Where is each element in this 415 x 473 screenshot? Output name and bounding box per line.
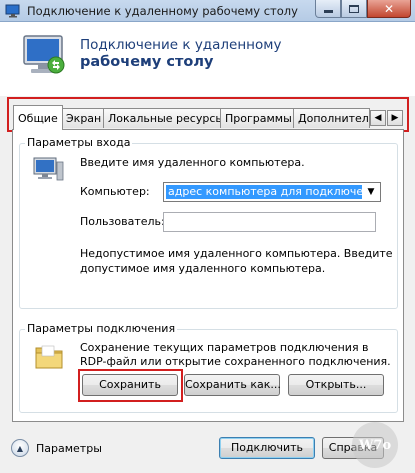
computer-combobox[interactable]: адрес компьютера для подключения> ▼ — [163, 182, 381, 202]
window-title: Подключение к удаленному рабочему столу — [27, 4, 298, 18]
user-label: Пользователь: — [80, 215, 165, 228]
header-title-line2: рабочему столу — [80, 54, 214, 70]
remote-desktop-app-icon — [5, 4, 21, 18]
tabs-highlight-outline — [7, 97, 409, 132]
open-button[interactable]: Открыть... — [288, 374, 384, 396]
computer-combobox-value[interactable]: адрес компьютера для подключения> — [166, 185, 362, 199]
monitor-connection-icon — [20, 32, 68, 80]
maximize-button[interactable] — [341, 0, 367, 18]
user-name-input[interactable] — [163, 212, 376, 232]
title-bar[interactable]: Подключение к удаленному рабочему столу … — [0, 0, 415, 22]
options-label[interactable]: Параметры — [36, 442, 102, 455]
maximize-icon — [349, 4, 359, 13]
connect-button[interactable]: Подключить — [219, 437, 315, 459]
chevron-up-icon: ▲ — [16, 443, 24, 453]
connection-description-line2: RDP-файл или открытие сохраненного подкл… — [80, 355, 391, 368]
invalid-name-message-line2: допустимое имя удаленного компьютера. — [80, 262, 326, 275]
connection-group-title: Параметры подключения — [25, 322, 178, 335]
tab-general[interactable]: Общие — [13, 105, 63, 130]
minimize-icon — [323, 10, 333, 13]
close-button[interactable]: ✕ — [367, 0, 411, 18]
computer-name-prompt: Введите имя удаленного компьютера. — [80, 156, 305, 169]
connection-description-line1: Сохранение текущих параметров подключени… — [80, 341, 369, 354]
save-button-highlight-outline — [78, 369, 183, 402]
invalid-name-message-line1: Недопустимое имя удаленного компьютера. … — [80, 247, 393, 260]
show-options-button[interactable]: ▲ — [11, 439, 29, 457]
watermark-logo: W7o — [352, 422, 398, 468]
close-icon: ✕ — [383, 1, 395, 16]
computer-icon — [32, 156, 66, 186]
save-as-button[interactable]: Сохранить как... — [184, 374, 281, 396]
window-controls: ✕ — [315, 0, 411, 18]
minimize-button[interactable] — [315, 0, 341, 18]
header-title-line1: Подключение к удаленному — [80, 37, 282, 53]
computer-label: Компьютер: — [80, 185, 150, 198]
chevron-down-icon[interactable]: ▼ — [363, 184, 379, 200]
logon-group-title: Параметры входа — [25, 136, 133, 149]
folder-icon — [34, 342, 64, 372]
